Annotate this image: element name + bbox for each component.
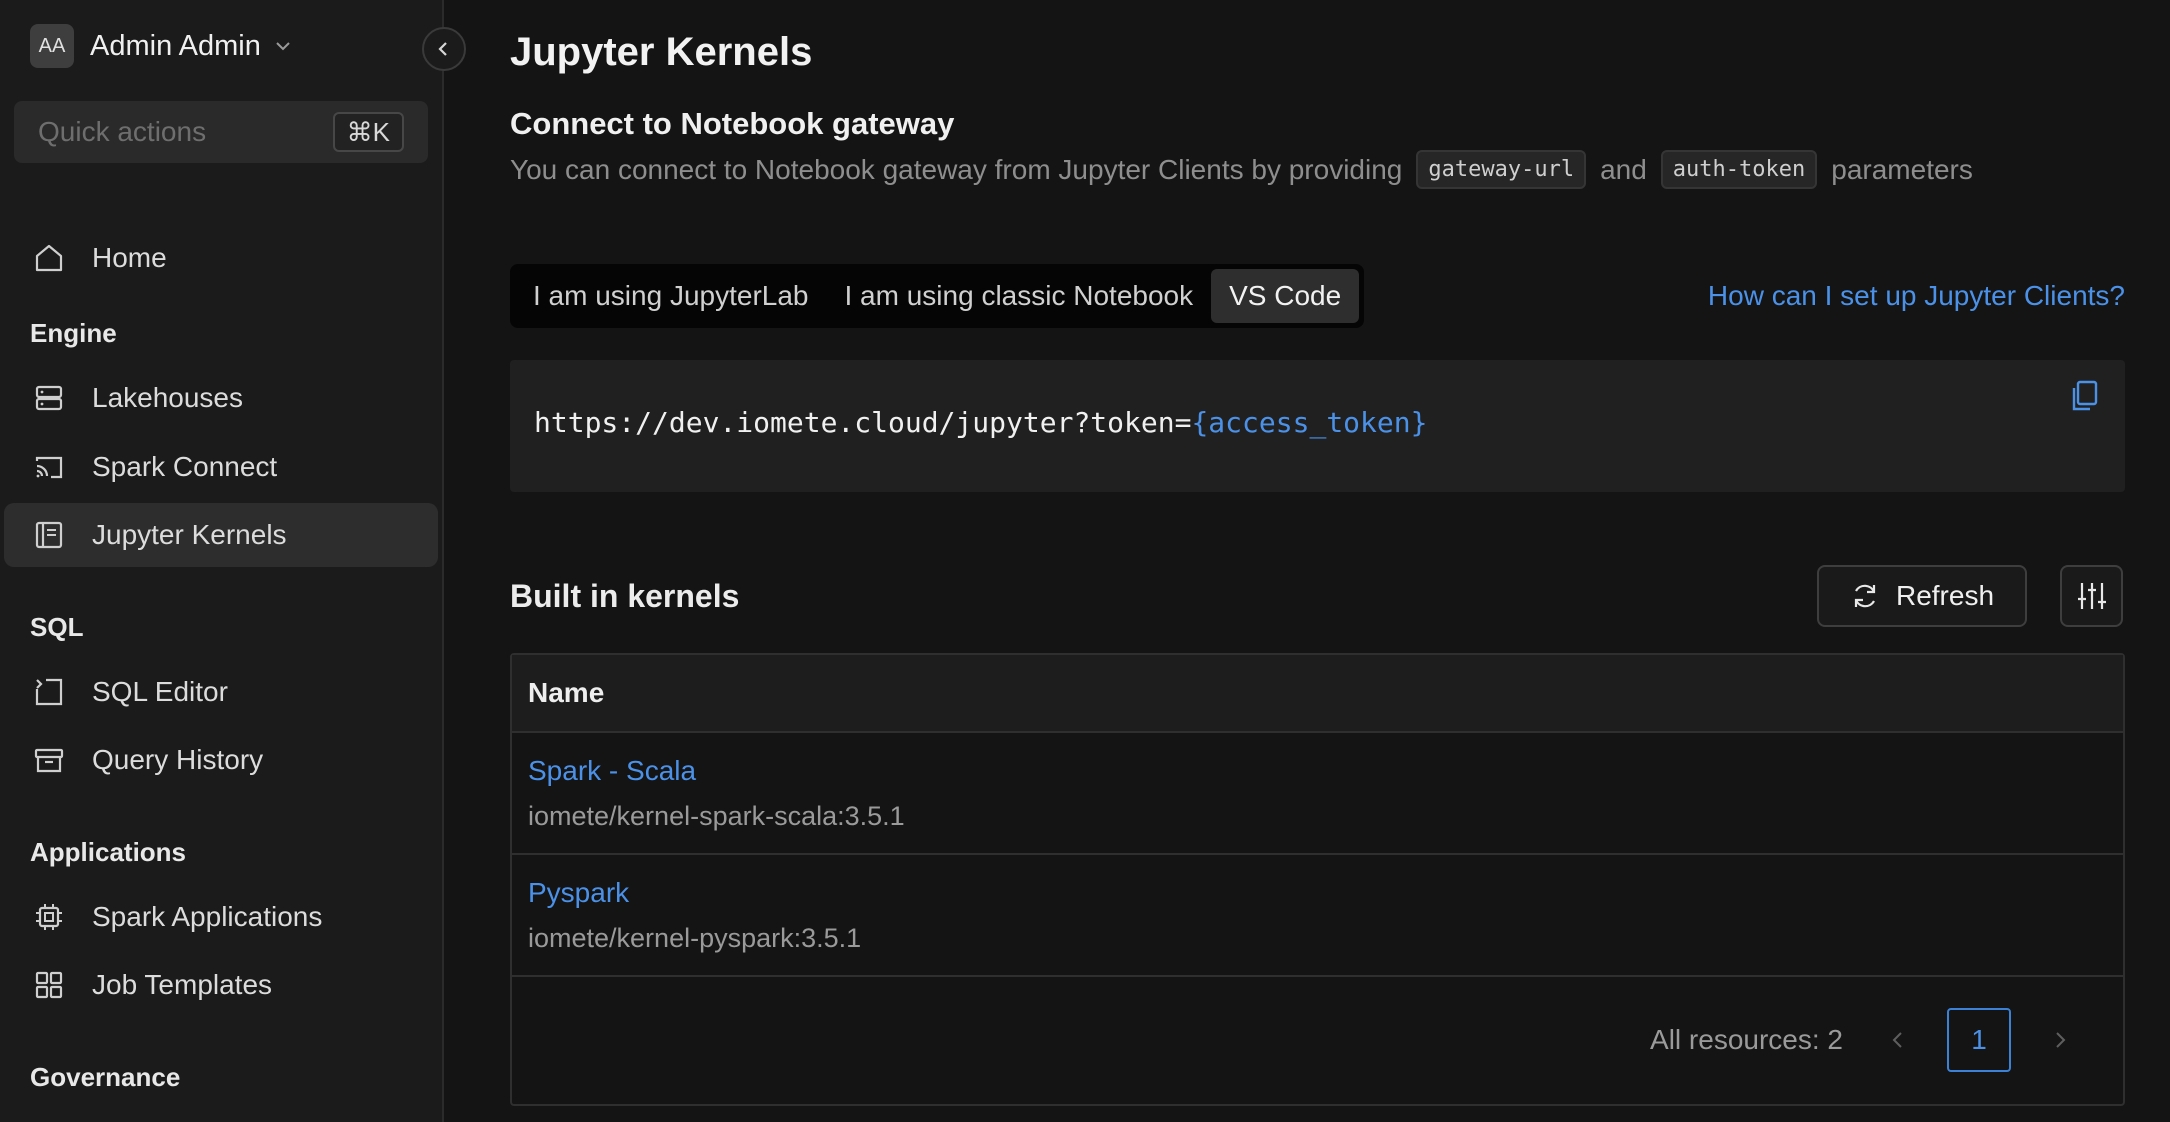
auth-token-chip: auth-token bbox=[1660, 150, 1818, 189]
archive-icon bbox=[34, 748, 64, 773]
server-icon bbox=[35, 385, 63, 411]
sidebar-item-sql-editor[interactable]: SQL Editor bbox=[4, 660, 438, 724]
section-header-applications: Applications bbox=[30, 837, 187, 867]
column-header-name: Name bbox=[512, 655, 2123, 733]
sql-editor-icon bbox=[35, 678, 63, 706]
sidebar-item-jupyter-kernels[interactable]: Jupyter Kernels bbox=[4, 503, 438, 567]
sidebar-item-job-templates[interactable]: Job Templates bbox=[4, 953, 438, 1017]
kernel-image: iomete/kernel-pyspark:3.5.1 bbox=[528, 923, 862, 953]
sidebar-item-spark-applications[interactable]: Spark Applications bbox=[4, 885, 438, 949]
gateway-title: Connect to Notebook gateway bbox=[510, 106, 955, 141]
sidebar-item-label: SQL Editor bbox=[92, 676, 228, 707]
chevron-right-icon bbox=[2056, 1032, 2066, 1048]
avatar: AA bbox=[30, 24, 74, 68]
table-row: Pyspark iomete/kernel-pyspark:3.5.1 bbox=[512, 855, 2123, 977]
sidebar-item-label: Jupyter Kernels bbox=[92, 519, 287, 550]
refresh-button[interactable]: Refresh bbox=[1817, 565, 2027, 627]
chevron-down-icon bbox=[276, 42, 290, 51]
sidebar-item-label: Home bbox=[92, 242, 167, 273]
home-icon bbox=[35, 244, 63, 272]
cpu-icon bbox=[36, 904, 62, 930]
quick-actions-shortcut: ⌘K bbox=[332, 112, 404, 152]
sidebar: AA Admin Admin Quick actions ⌘K Home Eng… bbox=[0, 0, 444, 1122]
sidebar-item-lakehouses[interactable]: Lakehouses bbox=[4, 366, 438, 430]
tab-jupyterlab[interactable]: I am using JupyterLab bbox=[515, 269, 827, 323]
sidebar-item-label: Lakehouses bbox=[92, 382, 244, 413]
refresh-icon bbox=[1854, 584, 1876, 608]
sidebar-item-label: Spark Applications bbox=[92, 901, 323, 932]
tab-vs-code[interactable]: VS Code bbox=[1211, 269, 1360, 323]
gateway-desc-text: You can connect to Notebook gateway from… bbox=[510, 153, 1403, 185]
tab-classic-notebook[interactable]: I am using classic Notebook bbox=[827, 269, 1212, 323]
gateway-desc-and: and bbox=[1600, 153, 1647, 185]
kernel-name-link[interactable]: Pyspark bbox=[528, 877, 2123, 909]
user-menu[interactable]: AA Admin Admin bbox=[30, 24, 293, 68]
gateway-url-token: {access_token} bbox=[1191, 406, 1428, 439]
kernel-name-link[interactable]: Spark - Scala bbox=[528, 755, 2123, 787]
sidebar-item-home[interactable]: Home bbox=[4, 226, 438, 290]
grid-icon bbox=[35, 971, 63, 999]
kernels-table: Name Spark - Scala iomete/kernel-spark-s… bbox=[510, 653, 2125, 1106]
collapse-sidebar-button[interactable] bbox=[422, 27, 466, 71]
client-tabs: I am using JupyterLab I am using classic… bbox=[510, 264, 1365, 328]
notebook-icon bbox=[35, 521, 63, 549]
page-number-button[interactable]: 1 bbox=[1947, 1008, 2011, 1072]
pagination: All resources: 2 1 bbox=[1650, 1008, 2085, 1072]
sidebar-item-label: Job Templates bbox=[92, 969, 273, 1000]
section-header-governance: Governance bbox=[30, 1062, 181, 1092]
kernel-image: iomete/kernel-spark-scala:3.5.1 bbox=[528, 801, 905, 831]
chevron-left-icon bbox=[1892, 1032, 1902, 1048]
total-resources: All resources: 2 bbox=[1650, 1024, 1843, 1055]
sliders-icon bbox=[2077, 583, 2106, 609]
prev-page-button[interactable] bbox=[1873, 1015, 1923, 1065]
gateway-desc-after: parameters bbox=[1831, 153, 1973, 185]
page-title: Jupyter Kernels bbox=[510, 30, 813, 74]
copy-icon[interactable] bbox=[2069, 378, 2101, 414]
sidebar-item-query-history[interactable]: Query History bbox=[4, 728, 438, 792]
section-header-sql: SQL bbox=[30, 612, 84, 642]
sidebar-item-label: Spark Connect bbox=[92, 451, 278, 482]
gateway-url-base: https://dev.iomete.cloud/jupyter?token= bbox=[534, 406, 1192, 439]
quick-actions-input[interactable]: Quick actions ⌘K bbox=[14, 101, 428, 163]
chevron-left-icon bbox=[438, 42, 447, 56]
table-row: Spark - Scala iomete/kernel-spark-scala:… bbox=[512, 733, 2123, 855]
sidebar-item-label: Query History bbox=[92, 744, 264, 775]
main-content: Jupyter Kernels Connect to Notebook gate… bbox=[510, 0, 2125, 1122]
section-header-engine: Engine bbox=[30, 318, 117, 348]
gateway-description: You can connect to Notebook gateway from… bbox=[510, 150, 1973, 189]
sidebar-item-spark-connect[interactable]: Spark Connect bbox=[4, 435, 438, 499]
built-in-kernels-title: Built in kernels bbox=[510, 578, 740, 614]
gateway-url-box: https://dev.iomete.cloud/jupyter?token={… bbox=[510, 360, 2125, 492]
next-page-button[interactable] bbox=[2035, 1015, 2085, 1065]
gateway-url-text: https://dev.iomete.cloud/jupyter?token={… bbox=[534, 406, 1427, 439]
gateway-url-chip: gateway-url bbox=[1416, 150, 1587, 189]
setup-help-link[interactable]: How can I set up Jupyter Clients? bbox=[1708, 280, 2125, 312]
column-settings-button[interactable] bbox=[2060, 565, 2123, 627]
refresh-label: Refresh bbox=[1895, 580, 1995, 611]
user-name: Admin Admin bbox=[90, 29, 261, 62]
cast-icon bbox=[35, 456, 63, 479]
quick-actions-placeholder: Quick actions bbox=[38, 116, 207, 147]
